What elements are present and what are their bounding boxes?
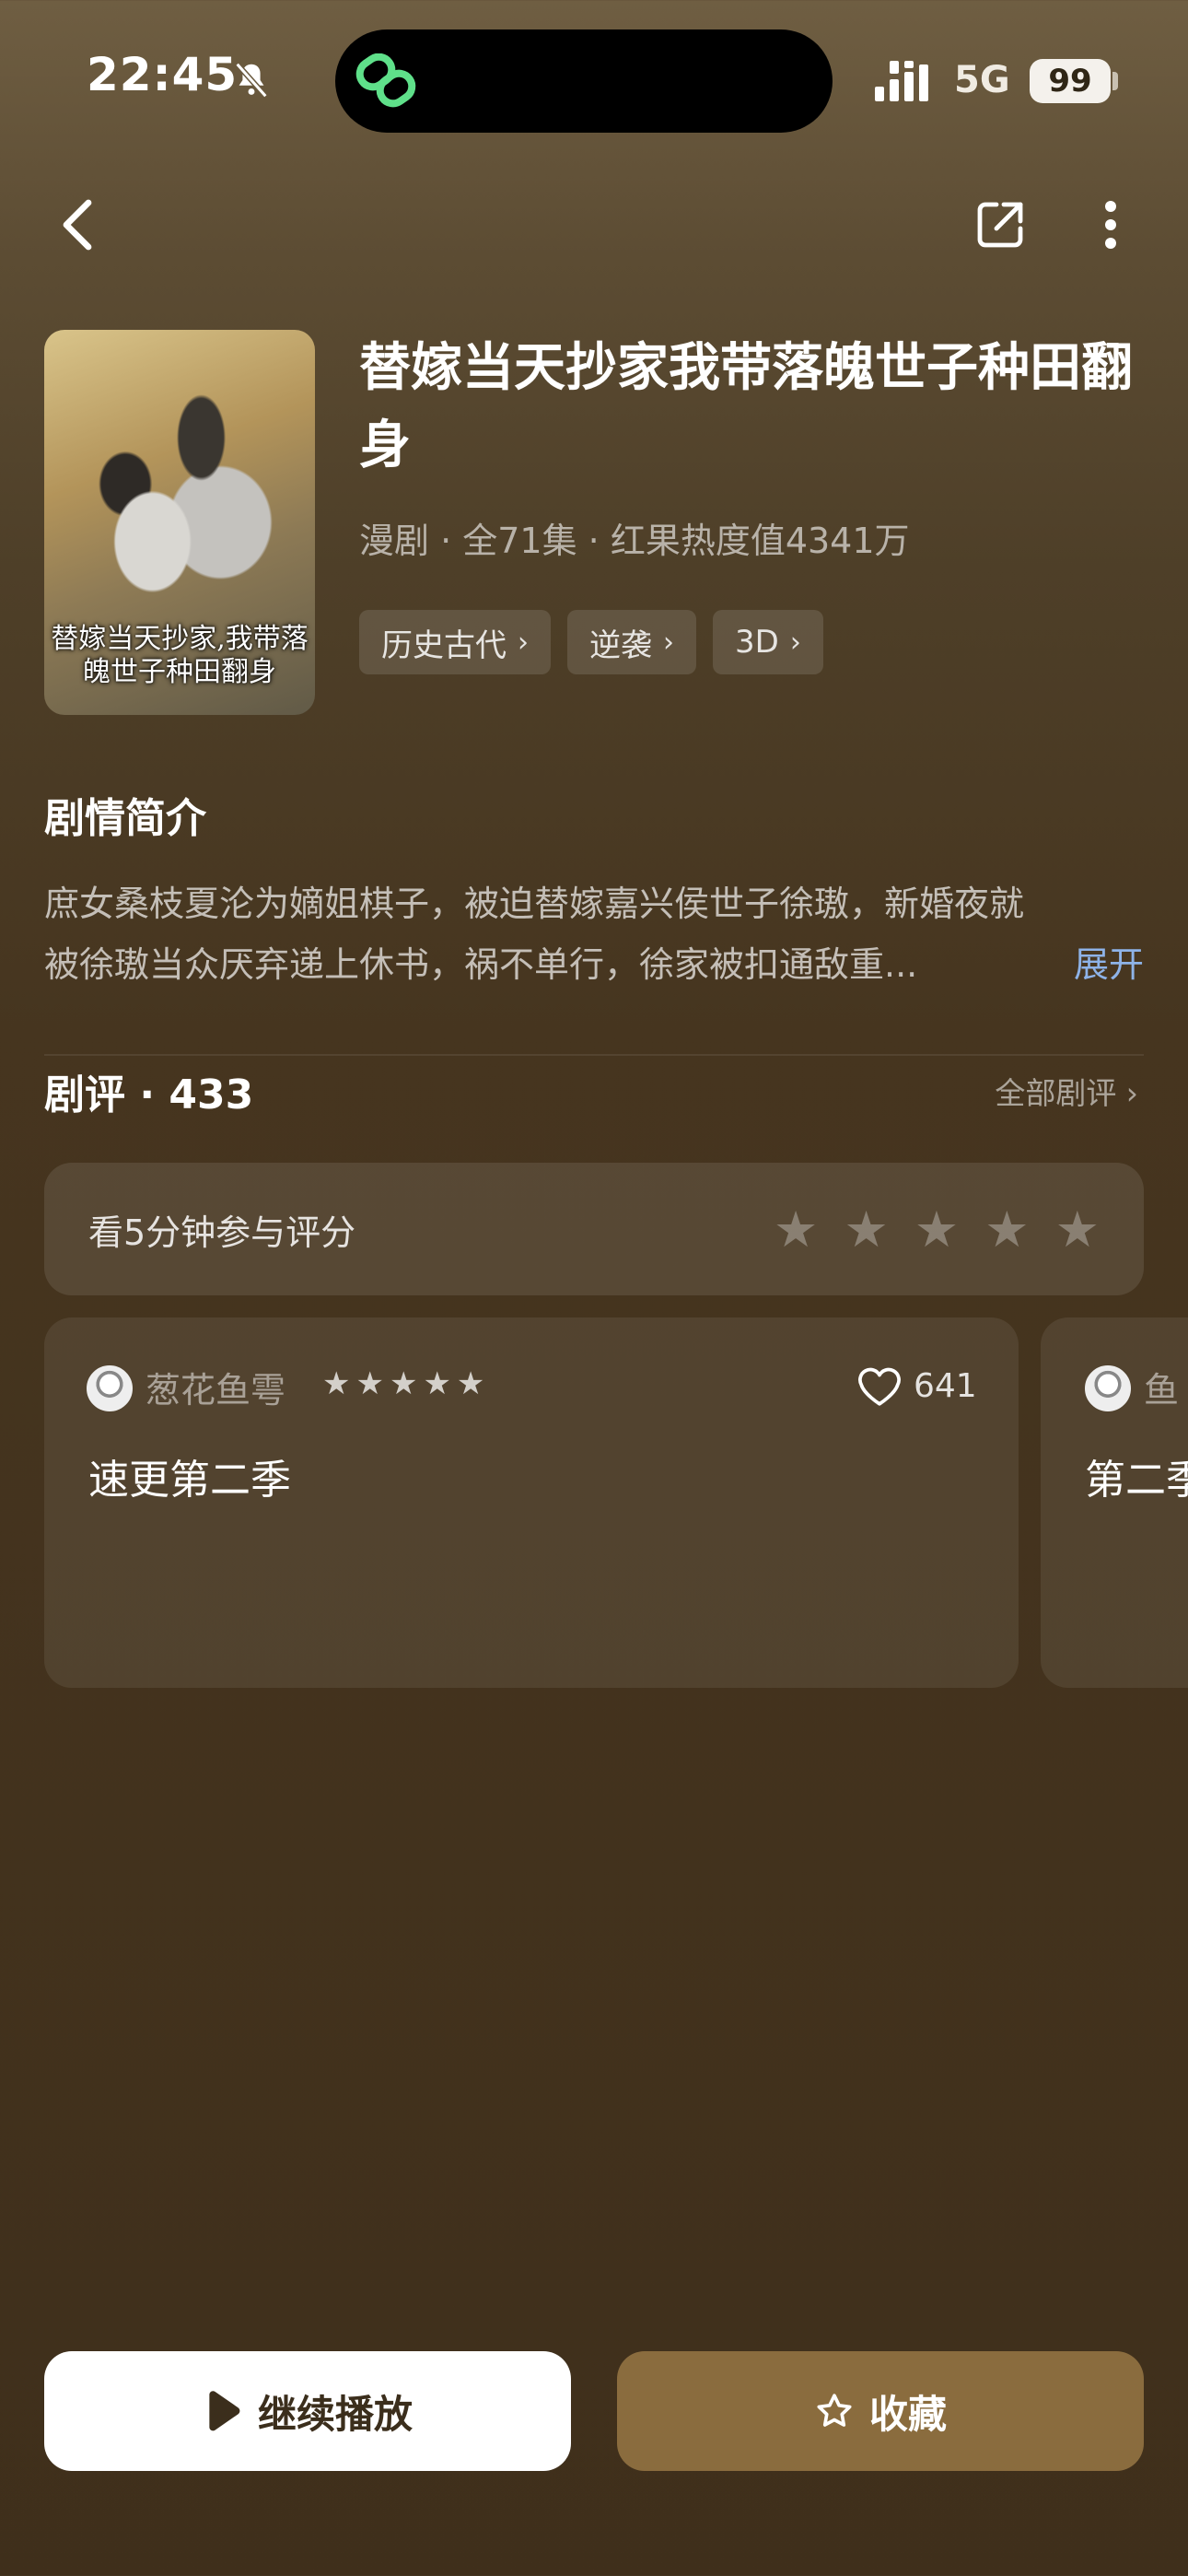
chevron-right-icon: ›	[1116, 1075, 1138, 1111]
star-icon[interactable]: ★	[774, 1200, 818, 1259]
all-reviews-link[interactable]: 全部剧评 ›	[995, 1069, 1138, 1113]
review-text: 第二季	[1085, 1457, 1188, 1504]
star-outline-icon	[817, 2394, 852, 2427]
star-icon[interactable]: ★	[1055, 1200, 1100, 1259]
tag-label: 3D	[735, 624, 779, 661]
synopsis-heading: 剧情简介	[44, 795, 206, 842]
back-icon[interactable]	[55, 195, 99, 254]
share-icon[interactable]	[973, 197, 1028, 252]
review-card[interactable]: 鱼 第二季	[1041, 1317, 1188, 1688]
play-icon	[209, 2391, 240, 2431]
bell-muted-icon	[235, 62, 268, 99]
more-options-icon[interactable]	[1094, 197, 1127, 252]
star-icon[interactable]: ★	[984, 1200, 1029, 1259]
drama-meta: 漫剧 · 全71集 · 红果热度值4341万	[359, 521, 910, 561]
tag-3d[interactable]: 3D ›	[713, 610, 823, 674]
avatar[interactable]	[87, 1365, 133, 1411]
divider	[44, 1054, 1144, 1056]
app-link-icon	[355, 53, 416, 108]
battery-tip	[1112, 72, 1118, 90]
star-icon[interactable]: ★	[914, 1200, 959, 1259]
star-icon[interactable]: ★	[844, 1200, 888, 1259]
poster-title-art: 替嫁当天抄家,我带落魄世子种田翻身	[51, 623, 309, 688]
avatar[interactable]	[1085, 1365, 1131, 1411]
review-user-name[interactable]: 葱花鱼雩	[146, 1362, 285, 1412]
expand-button[interactable]: 展开	[1074, 934, 1144, 995]
tag-history[interactable]: 历史古代 ›	[359, 610, 551, 674]
drama-poster[interactable]: 替嫁当天抄家,我带落魄世子种田翻身	[44, 330, 315, 715]
rating-stars[interactable]: ★ ★ ★ ★ ★	[774, 1200, 1100, 1259]
review-star-rating: ★★★★★	[322, 1365, 491, 1402]
review-user-name[interactable]: 鱼	[1144, 1362, 1179, 1412]
battery-indicator: 99	[1030, 59, 1111, 103]
favorite-label: 收藏	[868, 2391, 947, 2437]
chevron-right-icon: ›	[789, 626, 801, 659]
cellular-signal-icon	[875, 61, 928, 101]
favorite-button[interactable]: 收藏	[617, 2351, 1144, 2471]
like-count: 641	[914, 1367, 977, 1405]
tag-label: 逆袭	[589, 626, 652, 664]
rating-prompt-text: 看5分钟参与评分	[88, 1212, 356, 1253]
network-type: 5G	[954, 59, 1010, 101]
review-text: 速更第二季	[88, 1457, 291, 1504]
chevron-right-icon: ›	[518, 626, 529, 659]
synopsis-text: 庶女桑枝夏沦为嫡姐棋子，被迫替嫁嘉兴侯世子徐璈，新婚夜就 被徐璈当众厌弃递上休书…	[44, 873, 1144, 995]
tag-list: 历史古代 › 逆袭 › 3D ›	[359, 610, 823, 674]
tag-label: 历史古代	[381, 626, 507, 664]
chevron-right-icon: ›	[663, 626, 674, 659]
status-time: 22:45	[87, 48, 239, 101]
reviews-heading: 剧评 · 433	[44, 1071, 254, 1118]
heart-icon[interactable]	[856, 1365, 903, 1408]
review-card[interactable]: 葱花鱼雩 ★★★★★ 641 速更第二季	[44, 1317, 1019, 1688]
drama-title: 替嫁当天抄家我带落魄世子种田翻身	[359, 338, 1133, 475]
rating-prompt: 看5分钟参与评分 ★ ★ ★ ★ ★	[44, 1163, 1144, 1295]
tag-comeback[interactable]: 逆袭 ›	[567, 610, 696, 674]
continue-play-button[interactable]: 继续播放	[44, 2351, 571, 2471]
synopsis-line: 被徐璈当众厌弃递上休书，祸不单行，徐家被扣通敌重...	[44, 944, 918, 985]
synopsis-line: 庶女桑枝夏沦为嫡姐棋子，被迫替嫁嘉兴侯世子徐璈，新婚夜就	[44, 884, 1025, 924]
all-reviews-label: 全部剧评	[995, 1075, 1117, 1111]
continue-play-label: 继续播放	[257, 2391, 413, 2437]
